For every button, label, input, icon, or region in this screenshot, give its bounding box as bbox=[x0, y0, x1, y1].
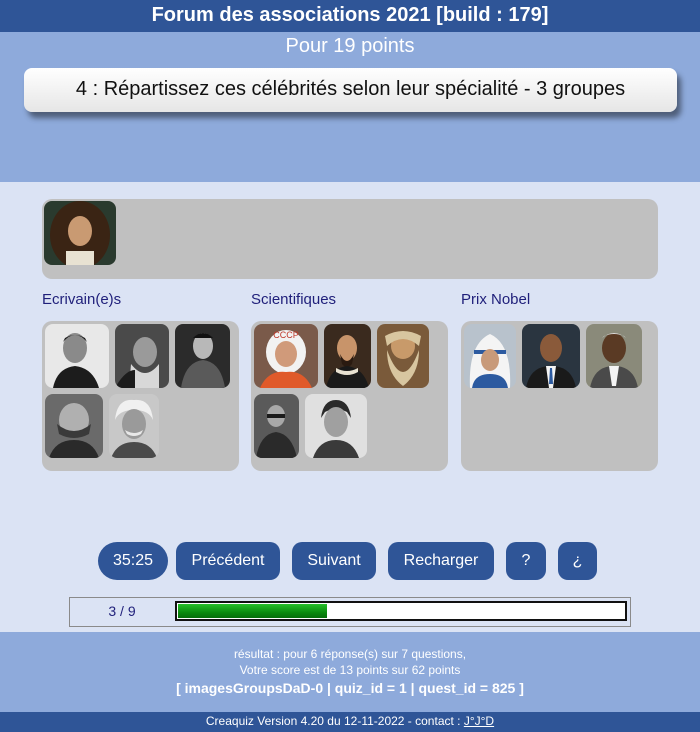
portrait-image bbox=[109, 394, 159, 458]
reload-button[interactable]: Recharger bbox=[388, 542, 494, 580]
group-title-writers: Ecrivain(e)s bbox=[42, 291, 122, 308]
portrait-thumbnail[interactable] bbox=[464, 324, 516, 388]
drop-zone-writers[interactable] bbox=[42, 321, 239, 471]
svg-text:CCCP: CCCP bbox=[273, 330, 299, 340]
portrait-thumbnail[interactable] bbox=[45, 324, 109, 388]
progress-bar-fill bbox=[178, 604, 327, 618]
previous-button[interactable]: Précédent bbox=[176, 542, 280, 580]
progress-bar bbox=[175, 601, 627, 621]
inverse-help-button[interactable]: ¿ bbox=[558, 542, 597, 580]
question-points: Pour 19 points bbox=[285, 35, 415, 57]
portrait-image bbox=[377, 324, 429, 388]
question-text: 4 : Répartissez ces célébrités selon leu… bbox=[24, 68, 677, 112]
progress-panel: 3 / 9 bbox=[69, 597, 631, 627]
progress-label: 3 / 9 bbox=[108, 603, 136, 619]
portrait-image bbox=[586, 324, 642, 388]
portrait-image bbox=[115, 324, 169, 388]
timer-display: 35:25 bbox=[98, 542, 168, 580]
portrait-thumbnail[interactable] bbox=[377, 324, 429, 388]
portrait-thumbnail[interactable]: CCCP bbox=[254, 324, 318, 388]
version-bar: Creaquiz Version 4.20 du 12-11-2022 - co… bbox=[0, 712, 700, 732]
portrait-thumbnail[interactable] bbox=[109, 394, 159, 458]
quiz-info: [ imagesGroupsDaD-0 | quiz_id = 1 | ques… bbox=[176, 680, 524, 696]
portrait-image bbox=[464, 324, 516, 388]
unassigned-items-pool[interactable] bbox=[42, 199, 658, 279]
portrait-image: CCCP bbox=[254, 324, 318, 388]
version-text: Creaquiz Version 4.20 du 12-11-2022 - co… bbox=[205, 714, 464, 728]
contact-link[interactable]: J°J°D bbox=[464, 714, 494, 728]
result-summary: résultat : pour 6 réponse(s) sur 7 quest… bbox=[233, 647, 467, 661]
portrait-image bbox=[44, 201, 116, 265]
result-footer: résultat : pour 6 réponse(s) sur 7 quest… bbox=[0, 632, 700, 712]
drop-zone-nobel[interactable] bbox=[461, 321, 658, 471]
portrait-image bbox=[522, 324, 580, 388]
portrait-thumbnail[interactable] bbox=[44, 201, 116, 265]
result-score: Votre score est de 13 points sur 62 poin… bbox=[239, 663, 461, 677]
portrait-thumbnail[interactable] bbox=[175, 324, 230, 388]
help-button[interactable]: ? bbox=[506, 542, 546, 580]
app-title-bar: Forum des associations 2021 [build : 179… bbox=[0, 0, 700, 32]
portrait-image bbox=[254, 394, 299, 458]
question-header: Pour 19 points 4 : Répartissez ces céléb… bbox=[0, 32, 700, 182]
portrait-thumbnail[interactable] bbox=[586, 324, 642, 388]
portrait-image bbox=[45, 324, 109, 388]
group-title-nobel: Prix Nobel bbox=[461, 291, 531, 308]
portrait-image bbox=[324, 324, 371, 388]
drop-zone-scientists[interactable]: CCCP bbox=[251, 321, 448, 471]
portrait-thumbnail[interactable] bbox=[254, 394, 299, 458]
next-button[interactable]: Suivant bbox=[292, 542, 376, 580]
portrait-thumbnail[interactable] bbox=[522, 324, 580, 388]
portrait-thumbnail[interactable] bbox=[305, 394, 367, 458]
group-title-scientists: Scientifiques bbox=[251, 291, 337, 308]
app-title: Forum des associations 2021 [build : 179… bbox=[151, 4, 549, 26]
portrait-image bbox=[45, 394, 103, 458]
portrait-image bbox=[175, 324, 230, 388]
portrait-thumbnail[interactable] bbox=[324, 324, 371, 388]
portrait-thumbnail[interactable] bbox=[115, 324, 169, 388]
portrait-image bbox=[305, 394, 367, 458]
portrait-thumbnail[interactable] bbox=[45, 394, 103, 458]
